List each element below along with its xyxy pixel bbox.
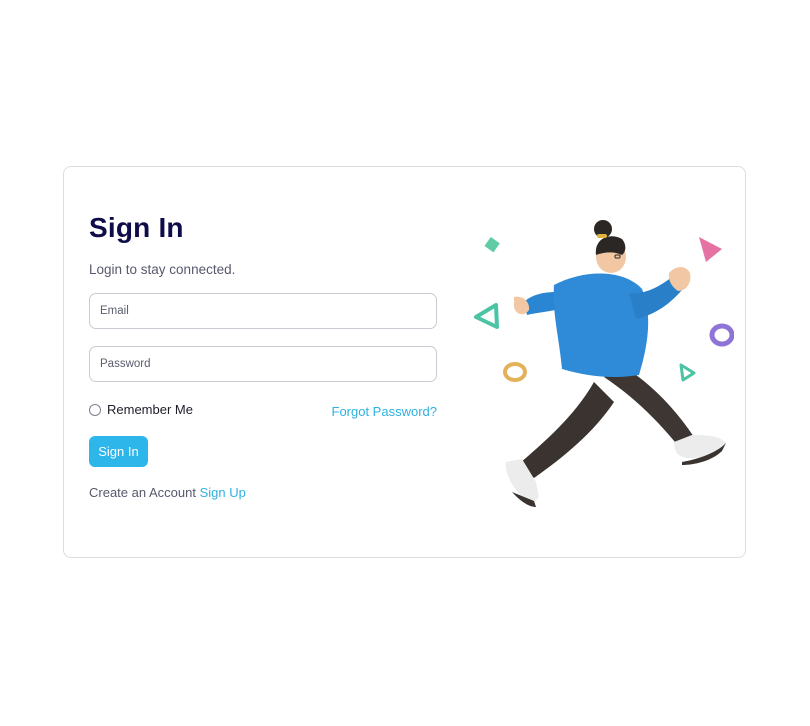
front-leg [604,367,694,447]
forgot-password-link[interactable]: Forgot Password? [332,404,438,419]
torso-sweater [553,273,649,377]
hair-tie [597,234,607,238]
sign-in-button[interactable]: Sign In [89,436,148,467]
remember-me-radio[interactable] [89,403,101,416]
remember-me-label: Remember Me [107,402,193,417]
create-account-label: Create an Account [89,485,196,500]
login-card: Sign In Login to stay connected. Remembe… [63,166,746,558]
page-title: Sign In [89,212,184,243]
purple-ring-shape [709,323,734,347]
yellow-ring-shape [503,362,527,382]
hair [595,236,626,255]
remember-me[interactable]: Remember Me [89,402,193,417]
back-hand [514,296,530,315]
small-green-triangle-shape [679,363,696,382]
subtitle: Login to stay connected. [89,262,236,277]
running-person-illustration [474,220,734,507]
password-field[interactable] [89,346,437,382]
create-account-text: Create an Account Sign Up [89,485,246,500]
sign-up-link[interactable]: Sign Up [200,485,246,500]
login-form: Sign In Login to stay connected. Remembe… [89,167,439,557]
back-leg [519,382,614,478]
pink-triangle-shape [699,237,722,262]
email-field[interactable] [89,293,437,329]
green-square-shape [484,237,500,253]
green-triangle-shape [474,303,499,329]
